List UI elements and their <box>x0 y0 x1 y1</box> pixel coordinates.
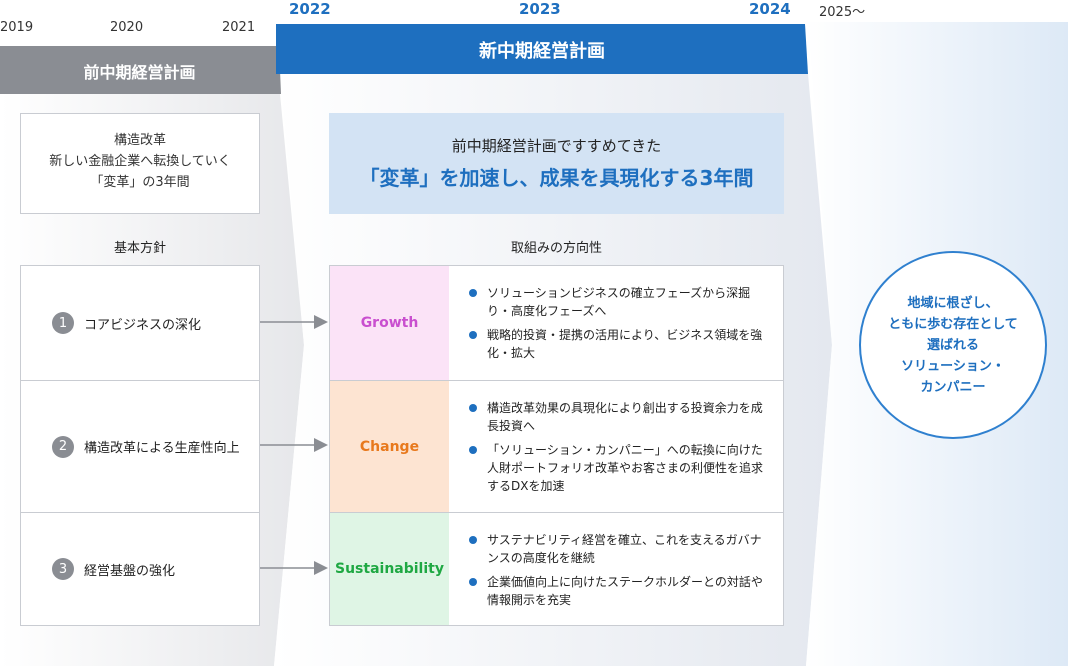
new-summary-line-1: 前中期経営計画ですすめてきた <box>451 137 662 155</box>
old-summary-line-1: 構造改革 <box>113 133 166 148</box>
year-2024: 2024 <box>749 0 791 18</box>
vision-line-3: 選ばれる <box>926 337 979 353</box>
policy-item-3: 3 経営基盤の強化 <box>21 513 259 625</box>
number-badge-2: 2 <box>52 435 74 458</box>
vision-circle: 地域に根ざし、 ともに歩む存在として 選ばれる ソリューション・ カンパニー <box>859 251 1047 439</box>
policy-item-2: 2 構造改革による生産性向上 <box>21 381 259 512</box>
direction-item: 企業価値向上に向けたステークホルダーとの対話や情報開示を充実 <box>469 573 773 609</box>
old-plan-title: 前中期経営計画 <box>83 63 196 82</box>
new-plan-title: 新中期経営計画 <box>479 41 605 62</box>
vision-line-1: 地域に根ざし、 <box>907 295 999 311</box>
direction-list: Growth ソリューションビジネスの確立フェーズから深掘り・高度化フェーズへ … <box>329 265 784 626</box>
direction-label-growth: Growth <box>330 266 449 380</box>
year-2022: 2022 <box>289 0 331 18</box>
year-2020: 2020 <box>110 20 144 35</box>
old-summary-line-3: 「変革」の3年間 <box>90 175 190 190</box>
direction-items-change: 構造改革効果の具現化により創出する投資余力を成長投資へ 「ソリューション・カンパ… <box>449 381 783 512</box>
number-badge-1: 1 <box>52 312 74 334</box>
direction-row-growth: Growth ソリューションビジネスの確立フェーズから深掘り・高度化フェーズへ … <box>330 266 783 380</box>
direction-section-title: 取組みの方向性 <box>510 241 602 256</box>
policy-section-title: 基本方針 <box>113 241 166 256</box>
direction-item: サステナビリティ経営を確立、これを支えるガバナンスの高度化を継続 <box>469 531 773 567</box>
policy-label-1: コアビジネスの深化 <box>84 317 202 333</box>
vision-line-4: ソリューション・ <box>901 358 1005 374</box>
new-plan-summary: 前中期経営計画ですすめてきた 「変革」を加速し、成果を具現化する3年間 <box>329 113 784 214</box>
year-2023: 2023 <box>519 0 561 18</box>
policy-label-2: 構造改革による生産性向上 <box>84 441 240 456</box>
vision-line-5: カンパニー <box>920 379 986 395</box>
new-summary-line-2: 「変革」を加速し、成果を具現化する3年間 <box>359 166 754 190</box>
year-2021: 2021 <box>222 20 256 35</box>
year-2019: 2019 <box>0 20 34 35</box>
direction-items-growth: ソリューションビジネスの確立フェーズから深掘り・高度化フェーズへ 戦略的投資・提… <box>449 266 783 380</box>
vision-line-2: ともに歩む存在として <box>888 316 1018 332</box>
old-plan-summary: 構造改革 新しい金融企業へ転換していく 「変革」の3年間 <box>20 113 260 214</box>
direction-item: 「ソリューション・カンパニー」への転換に向けた人財ポートフォリオ改革やお客さまの… <box>469 441 773 495</box>
year-2025: 2025～ <box>819 5 866 20</box>
direction-row-change: Change 構造改革効果の具現化により創出する投資余力を成長投資へ 「ソリュー… <box>330 381 783 512</box>
direction-label-sustainability: Sustainability <box>330 513 449 625</box>
number-badge-3: 3 <box>52 558 74 580</box>
direction-item: 戦略的投資・提携の活用により、ビジネス領域を強化・拡大 <box>469 326 773 362</box>
policy-list: 1 コアビジネスの深化 2 構造改革による生産性向上 3 経営基盤の強化 <box>20 265 260 626</box>
direction-row-sustainability: Sustainability サステナビリティ経営を確立、これを支えるガバナンス… <box>330 513 783 625</box>
direction-label-change: Change <box>330 381 449 512</box>
policy-item-1: 1 コアビジネスの深化 <box>21 266 259 380</box>
direction-item: ソリューションビジネスの確立フェーズから深掘り・高度化フェーズへ <box>469 284 773 320</box>
direction-items-sustainability: サステナビリティ経営を確立、これを支えるガバナンスの高度化を継続 企業価値向上に… <box>449 513 783 625</box>
old-summary-line-2: 新しい金融企業へ転換していく <box>49 154 231 169</box>
direction-item: 構造改革効果の具現化により創出する投資余力を成長投資へ <box>469 399 773 435</box>
policy-label-3: 経営基盤の強化 <box>84 563 176 579</box>
